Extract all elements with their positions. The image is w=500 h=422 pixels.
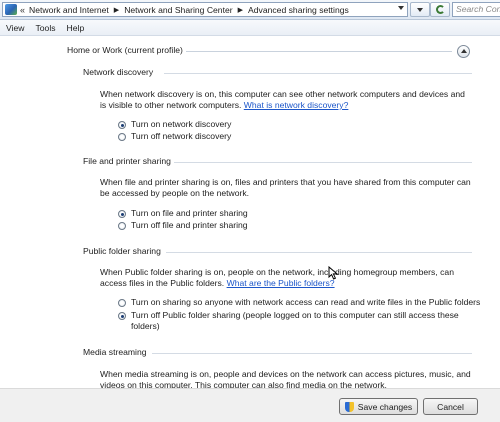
uac-shield-icon — [344, 401, 354, 412]
mouse-cursor-icon — [328, 266, 339, 280]
save-changes-button[interactable]: Save changes — [339, 398, 418, 415]
menu-view[interactable]: View — [6, 23, 24, 33]
radio-public-folder-off[interactable]: Turn off Public folder sharing (people l… — [118, 310, 476, 332]
radio-checked-icon[interactable] — [118, 210, 126, 218]
chevron-down-icon — [417, 7, 423, 12]
breadcrumb[interactable]: « Network and Internet ▶ Network and Sha… — [2, 2, 408, 17]
radio-network-discovery-off[interactable]: Turn off network discovery — [118, 131, 231, 142]
radio-label: Turn off file and printer sharing — [131, 220, 248, 230]
section-title-network-discovery: Network discovery — [83, 67, 154, 77]
settings-content: Home or Work (current profile) Network d… — [0, 37, 500, 388]
breadcrumb-overflow[interactable]: « — [20, 5, 25, 15]
profile-title: Home or Work (current profile) — [67, 45, 183, 55]
radio-label: Turn on sharing so anyone with network a… — [131, 297, 481, 307]
what-is-network-discovery-link[interactable]: What is network discovery? — [244, 100, 349, 110]
public-folder-description: When Public folder sharing is on, people… — [100, 267, 472, 289]
divider — [152, 353, 472, 354]
cancel-label: Cancel — [437, 401, 464, 412]
divider — [174, 162, 472, 163]
network-icon — [5, 4, 17, 15]
address-dropdown-icon[interactable] — [398, 6, 404, 10]
section-title-file-printer-sharing: File and printer sharing — [83, 156, 171, 166]
radio-label: Turn on network discovery — [131, 119, 232, 129]
menu-bar: View Tools Help — [0, 20, 500, 36]
section-title-media-streaming: Media streaming — [83, 347, 147, 357]
radio-public-folder-on[interactable]: Turn on sharing so anyone with network a… — [118, 297, 480, 308]
radio-file-printer-off[interactable]: Turn off file and printer sharing — [118, 220, 248, 231]
divider — [186, 51, 452, 52]
chevron-up-icon[interactable] — [457, 45, 470, 58]
search-input[interactable]: Search Con — [452, 2, 500, 17]
footer: Save changes Cancel — [0, 388, 500, 422]
radio-label: Turn off network discovery — [131, 131, 232, 141]
network-discovery-description: When network discovery is on, this compu… — [100, 89, 472, 111]
refresh-button[interactable] — [430, 2, 450, 17]
refresh-icon — [435, 5, 445, 14]
address-bar: « Network and Internet ▶ Network and Sha… — [0, 0, 500, 20]
history-dropdown-button[interactable] — [410, 2, 430, 17]
radio-unchecked-icon[interactable] — [118, 299, 126, 307]
menu-help[interactable]: Help — [67, 23, 85, 33]
file-printer-description: When file and printer sharing is on, fil… — [100, 177, 471, 198]
radio-unchecked-icon[interactable] — [118, 222, 126, 230]
what-are-public-folders-link[interactable]: What are the Public folders? — [227, 278, 335, 288]
radio-checked-icon[interactable] — [118, 312, 126, 320]
radio-file-printer-on[interactable]: Turn on file and printer sharing — [118, 208, 248, 219]
section-title-public-folder-sharing: Public folder sharing — [83, 246, 161, 256]
breadcrumb-separator-icon[interactable]: ▶ — [238, 6, 243, 14]
breadcrumb-advanced-sharing[interactable]: Advanced sharing settings — [248, 5, 349, 15]
breadcrumb-network-and-internet[interactable]: Network and Internet — [29, 5, 109, 15]
breadcrumb-network-sharing-center[interactable]: Network and Sharing Center — [124, 5, 232, 15]
cancel-button[interactable]: Cancel — [423, 398, 478, 415]
breadcrumb-separator-icon[interactable]: ▶ — [114, 6, 119, 14]
divider — [164, 73, 472, 74]
radio-label: Turn on file and printer sharing — [131, 208, 248, 218]
radio-unchecked-icon[interactable] — [118, 133, 126, 141]
save-changes-label: Save changes — [357, 401, 413, 412]
radio-network-discovery-on[interactable]: Turn on network discovery — [118, 119, 231, 130]
radio-label: Turn off Public folder sharing (people l… — [131, 310, 459, 331]
menu-tools[interactable]: Tools — [35, 23, 55, 33]
media-streaming-description: When media streaming is on, people and d… — [100, 369, 471, 388]
divider — [166, 252, 472, 253]
radio-checked-icon[interactable] — [118, 121, 126, 129]
